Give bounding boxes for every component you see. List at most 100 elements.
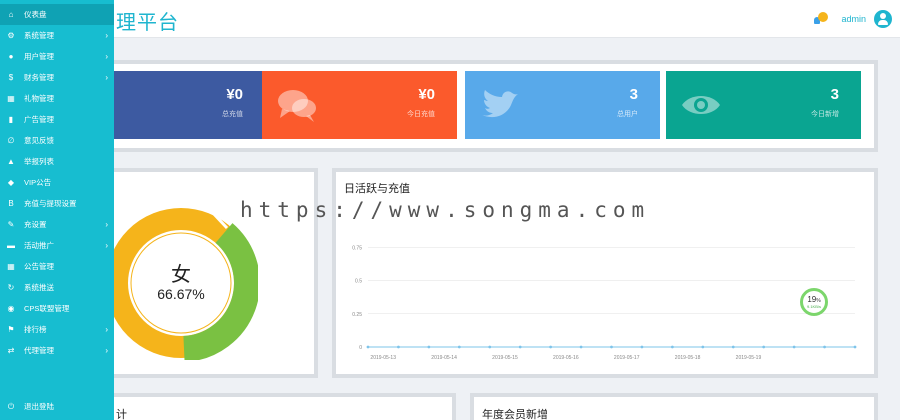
sidebar-item-9[interactable]: B 充值与提现设置 <box>0 193 114 214</box>
sidebar-item-7[interactable]: ▲ 举报列表 <box>0 151 114 172</box>
y-tick-label: 0.75 <box>352 245 362 251</box>
wrench-icon: ✎ <box>7 220 15 229</box>
comments-icon <box>278 90 316 122</box>
y-tick-label: 0.5 <box>355 279 362 285</box>
series-point <box>366 345 370 349</box>
series-point <box>579 345 583 349</box>
sidebar-item-label: 意见反馈 <box>24 136 54 145</box>
series-point <box>397 345 400 349</box>
admin-username[interactable]: admin <box>841 14 866 24</box>
card-today-recharge[interactable]: ¥0 今日充值 <box>262 71 457 139</box>
sidebar-item-17[interactable]: ⏻ 退出登陆 <box>0 396 114 417</box>
series-point <box>488 345 492 349</box>
sidebar-item-10[interactable]: ✎ 充设置 › <box>0 214 114 235</box>
gender-donut-chart: 女 66.67% <box>104 206 260 362</box>
series-point <box>792 345 796 349</box>
chevron-right-icon: › <box>105 346 108 355</box>
sidebar-item-1[interactable]: ⚙ 系统管理 › <box>0 25 114 46</box>
card-value: 3 <box>830 86 839 103</box>
sidebar-item-label: CPS联盟管理 <box>24 304 70 313</box>
avatar-icon[interactable] <box>874 10 892 28</box>
sidebar-item-14[interactable]: ◉ CPS联盟管理 <box>0 298 114 319</box>
paperclip-icon: ∅ <box>7 136 15 145</box>
card-today-new[interactable]: 3 今日新增 <box>666 71 861 139</box>
card-label: 今日新增 <box>811 111 839 118</box>
sidebar-item-label: 公告管理 <box>24 262 54 271</box>
chevron-right-icon: › <box>105 220 108 229</box>
badge-percent: 19% <box>807 295 821 304</box>
series-point <box>701 345 705 349</box>
sidebar-item-6[interactable]: ∅ 意见反馈 <box>0 130 114 151</box>
donut-center-value: 66.67% <box>157 286 205 302</box>
chevron-right-icon: › <box>105 325 108 334</box>
y-tick-label: 0 <box>359 345 362 351</box>
card-label: 总充值 <box>222 111 243 118</box>
card-value: ¥0 <box>226 86 243 103</box>
sidebar-item-2[interactable]: ● 用户管理 › <box>0 46 114 67</box>
sidebar-item-0[interactable]: ⌂ 仪表盘 <box>0 4 114 25</box>
x-tick-label: 2019-05-16 <box>553 355 579 361</box>
x-tick-label: 2019-05-15 <box>492 355 518 361</box>
warning-icon: ▲ <box>7 157 15 166</box>
eye-icon <box>682 96 720 114</box>
user-icon: ● <box>8 52 14 61</box>
sidebar-item-label: 用户管理 <box>24 52 54 61</box>
sidebar-item-12[interactable]: ▦ 公告管理 <box>0 256 114 277</box>
sidebar-item-11[interactable]: ▬ 活动推广 › <box>0 235 114 256</box>
donut-center-label: 女 <box>171 262 191 286</box>
flag-icon: ⚑ <box>7 325 15 334</box>
sidebar-item-label: 财务管理 <box>24 73 54 82</box>
sidebar-item-4[interactable]: ▦ 礼物管理 <box>0 88 114 109</box>
sidebar-item-label: 系统推送 <box>24 283 54 292</box>
sidebar-item-label: 举报列表 <box>24 157 54 166</box>
app-title: 理平台 <box>116 12 179 34</box>
sidebar-item-label: 广告管理 <box>24 115 54 124</box>
sidebar-item-13[interactable]: ↻ 系统推送 <box>0 277 114 298</box>
sidebar-menu: ⌂ 仪表盘 ⚙ 系统管理 › ● 用户管理 › $ 财务管理 › ▦ 礼物管理 ▮ 广告管理 ∅ 意见反馈 ▲ 举报… <box>0 0 114 420</box>
card-value: 3 <box>629 86 638 103</box>
sidebar-item-label: 充值与提现设置 <box>24 199 77 208</box>
activity-line-chart: 0 0.25 0.5 0.75 2019-05-13 2019-05-14 2019-05-… <box>352 245 857 361</box>
card-label: 总用户 <box>617 111 638 118</box>
series-point <box>518 345 522 349</box>
tablet-icon: ▮ <box>8 115 14 124</box>
car-icon: ◆ <box>7 178 15 187</box>
twitter-icon <box>482 90 518 118</box>
card-value: ¥0 <box>418 86 435 103</box>
notification-bell-icon[interactable] <box>811 10 829 28</box>
chevron-right-icon: › <box>105 31 108 40</box>
x-tick-label: 2019-05-19 <box>736 355 762 361</box>
network-speed-badge[interactable]: 19% 9.1KB/s <box>800 288 828 316</box>
bold-icon: B <box>8 199 14 208</box>
power-icon: ⏻ <box>7 401 15 411</box>
x-tick-label: 2019-05-14 <box>431 355 457 361</box>
sidebar-item-3[interactable]: $ 财务管理 › <box>0 67 114 88</box>
sidebar-item-15[interactable]: ⚑ 排行榜 › <box>0 319 114 340</box>
briefcase-icon: ▬ <box>7 241 15 250</box>
sidebar-item-label: VIP公告 <box>24 178 52 187</box>
card-total-users[interactable]: 3 总用户 <box>465 71 660 139</box>
series-point <box>549 345 553 349</box>
badge-speed: 9.1KB/s <box>806 304 821 309</box>
card-label: 今日充值 <box>407 111 435 118</box>
sidebar-item-8[interactable]: ◆ VIP公告 <box>0 172 114 193</box>
sidebar-item-label: 活动推广 <box>24 241 54 250</box>
sidebar-item-5[interactable]: ▮ 广告管理 <box>0 109 114 130</box>
sidebar-item-label: 充设置 <box>24 220 47 229</box>
header-right: admin <box>811 8 892 30</box>
series-point <box>823 345 826 349</box>
chevron-right-icon: › <box>105 52 108 61</box>
bottom-left-title: 计 <box>116 409 127 420</box>
x-tick-label: 2019-05-17 <box>614 355 640 361</box>
sidebar-item-16[interactable]: ⇄ 代理管理 › <box>0 340 114 361</box>
refresh-icon: ↻ <box>7 283 15 292</box>
dollar-icon: $ <box>8 73 14 82</box>
chevron-right-icon: › <box>105 73 108 82</box>
series-point <box>457 345 461 349</box>
chevron-right-icon: › <box>105 241 108 250</box>
sidebar-item-label: 系统管理 <box>24 31 54 40</box>
sidebar-item-label: 排行榜 <box>24 325 47 334</box>
sidebar-item-label: 退出登陆 <box>24 402 54 411</box>
cogs-icon: ⚙ <box>7 31 15 40</box>
retweet-icon: ⇄ <box>7 346 15 355</box>
